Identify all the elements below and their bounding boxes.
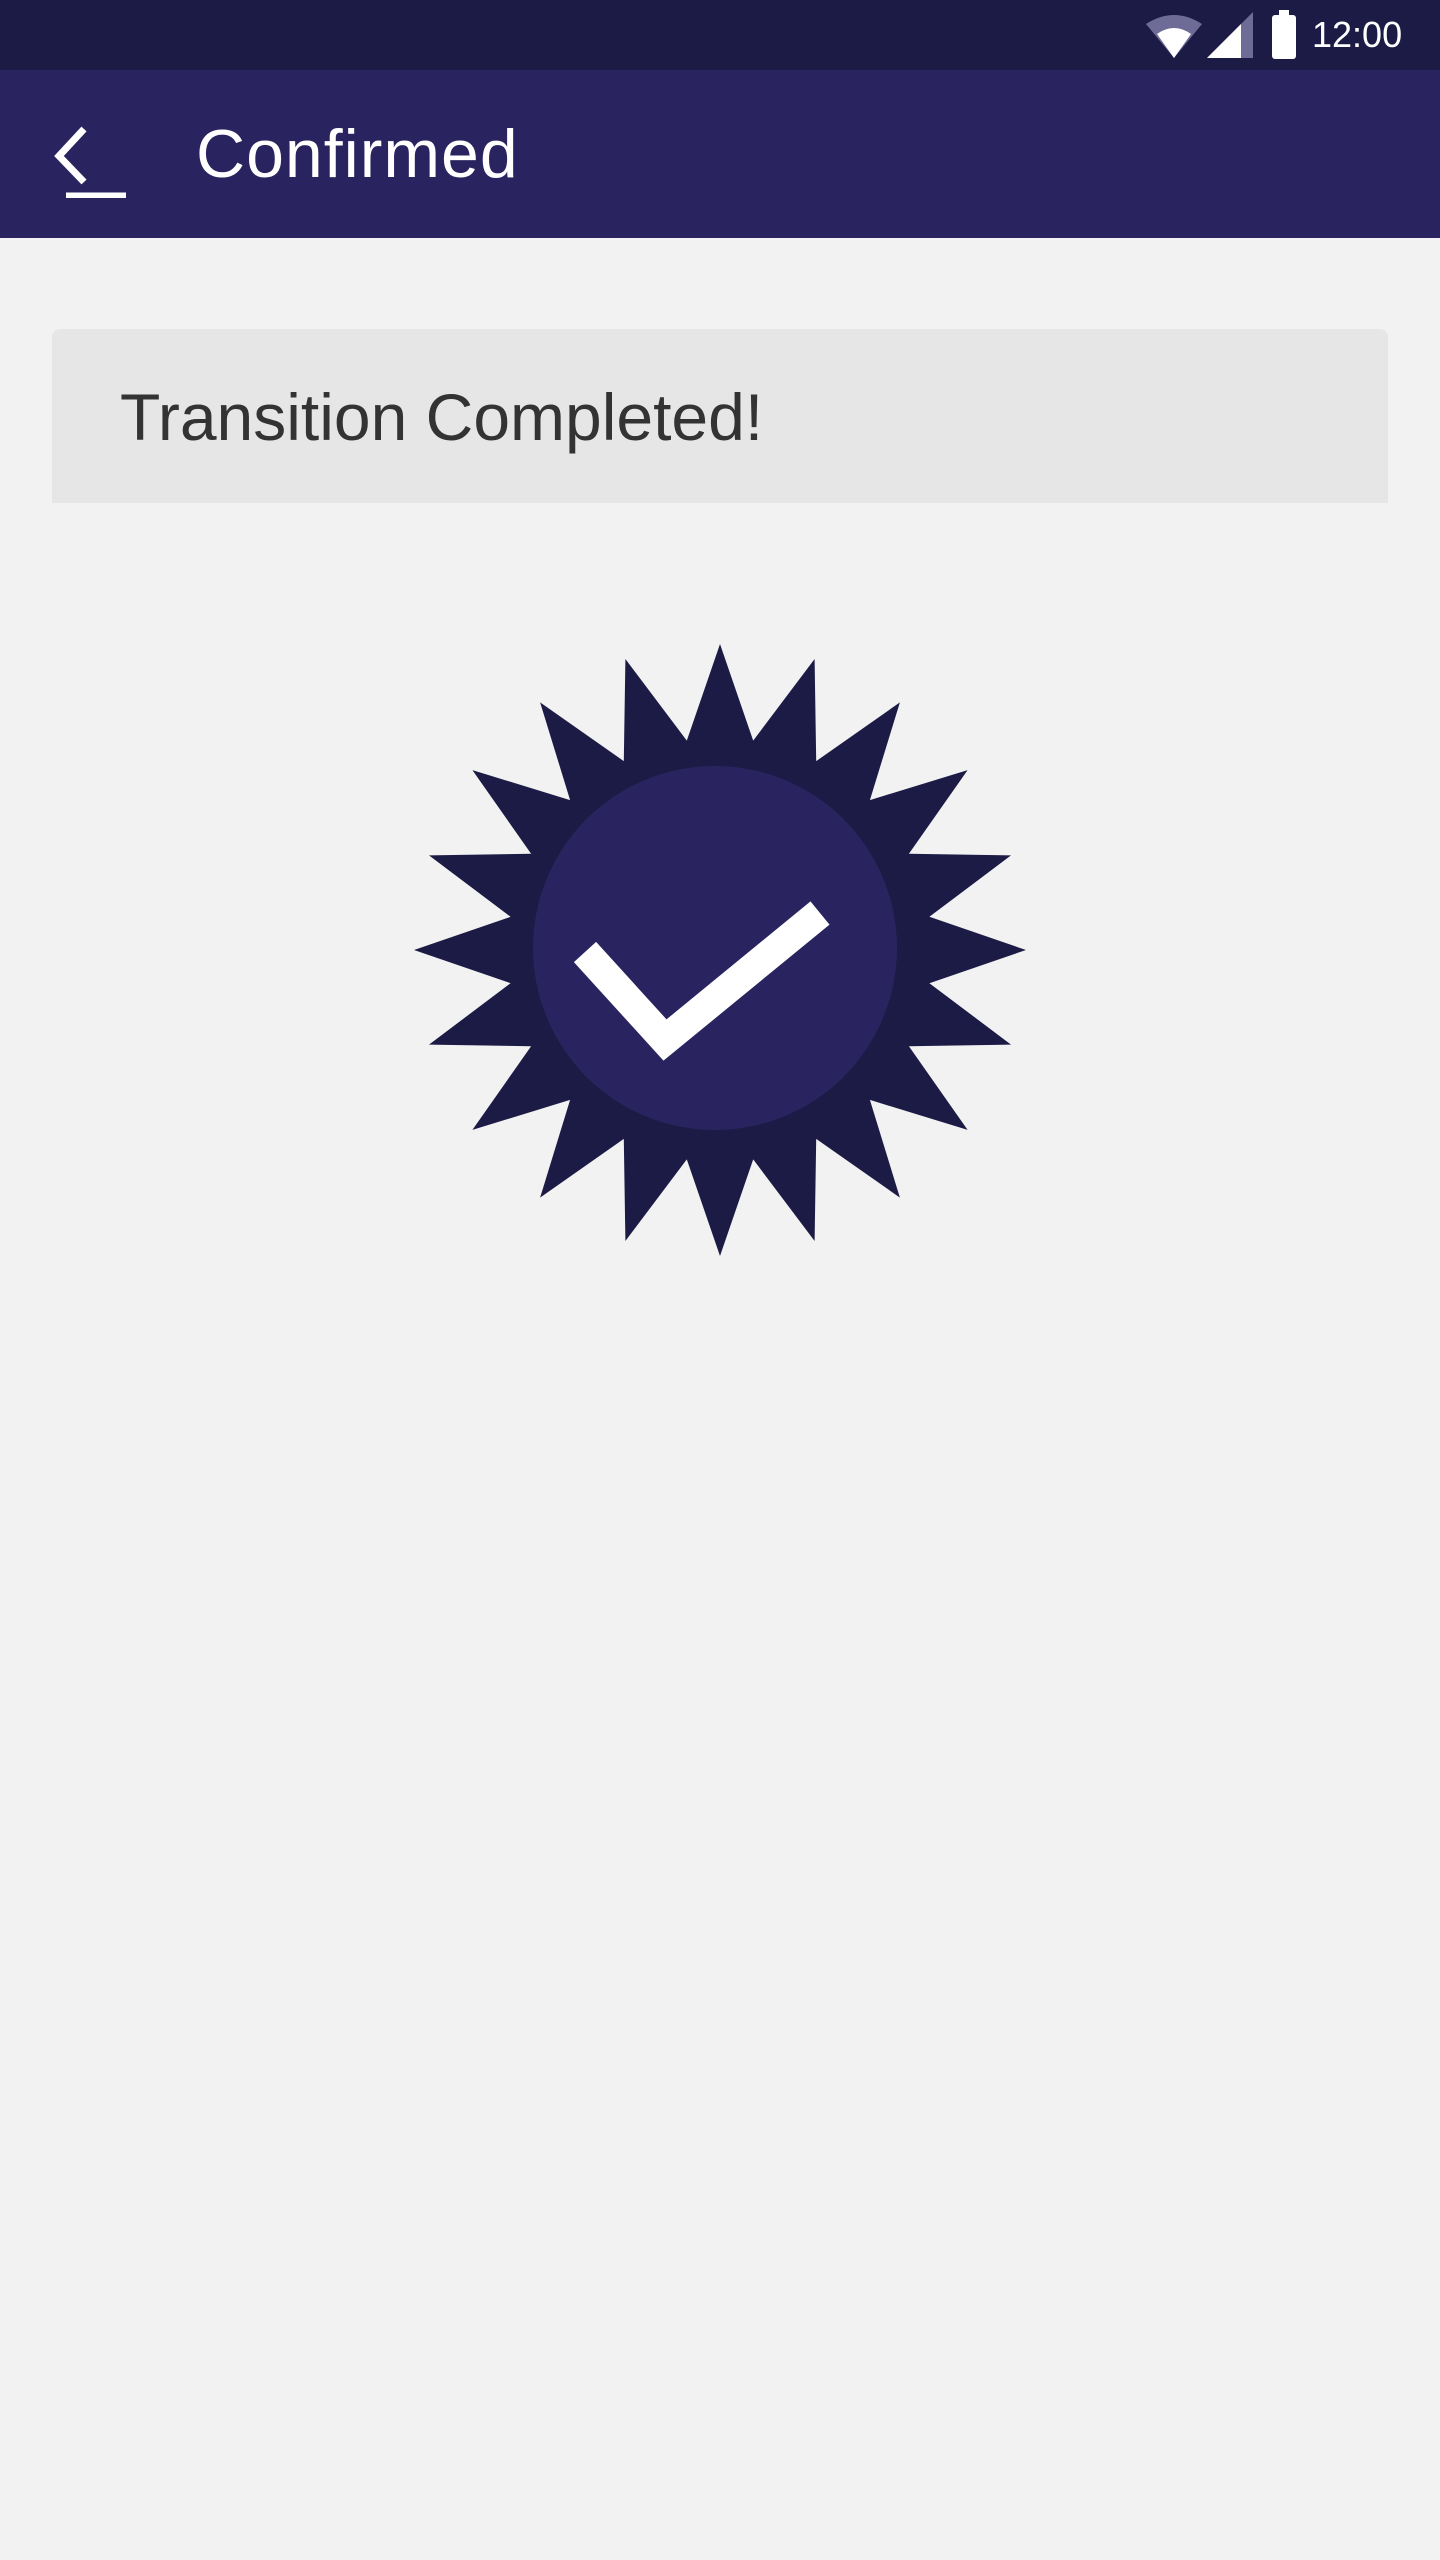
status-bar: 12:00: [0, 0, 1440, 70]
message-card: Transition Completed!: [52, 329, 1388, 503]
badge-circle: [533, 766, 897, 1130]
battery-icon: [1270, 0, 1298, 70]
arrow-back-icon: [54, 126, 126, 198]
message-text: Transition Completed!: [120, 380, 764, 454]
wifi-icon: [1144, 0, 1204, 70]
signal-icon: [1205, 0, 1255, 70]
back-button[interactable]: [44, 110, 140, 198]
status-time: 12:00: [1312, 14, 1403, 55]
page-title: Confirmed: [196, 116, 519, 192]
verified-badge-icon: [410, 640, 1030, 1260]
app-bar: Confirmed: [0, 70, 1440, 238]
